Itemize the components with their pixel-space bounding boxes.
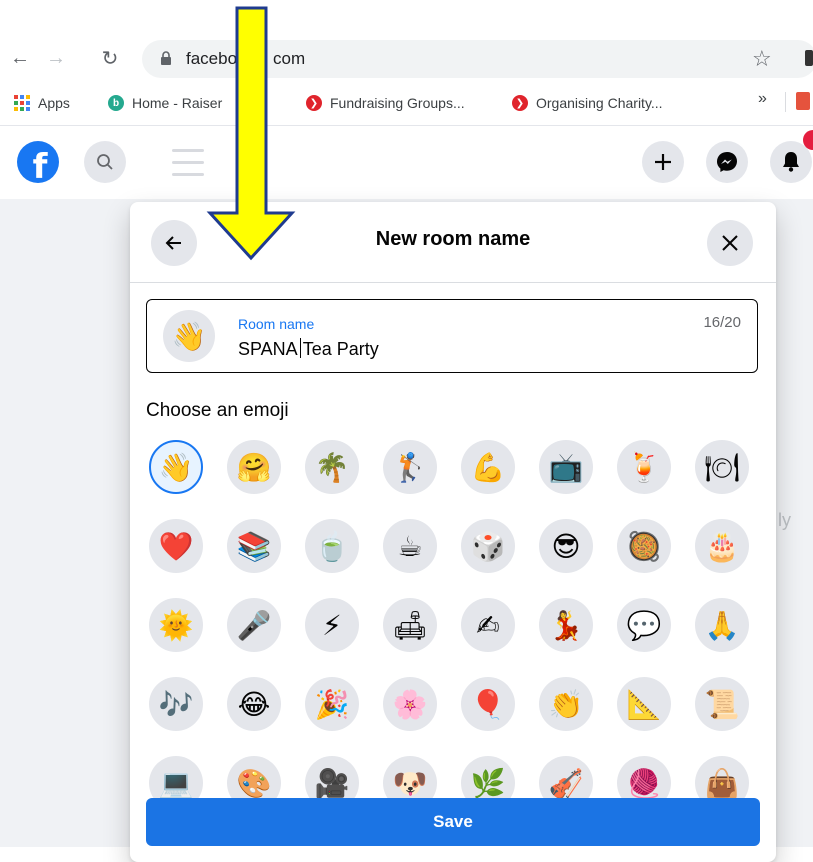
browser-chrome: ← → ↻ facebo com ☆ Apps b Home - Raiser ❯… xyxy=(0,0,813,125)
emoji-option[interactable]: 🙏 xyxy=(695,598,749,652)
emoji-option[interactable]: 🎤 xyxy=(227,598,281,652)
emoji-option[interactable]: 🏌 xyxy=(383,440,437,494)
emoji-option[interactable]: 🥘 xyxy=(617,519,671,573)
close-button[interactable] xyxy=(707,220,753,266)
text-caret xyxy=(299,338,301,358)
choose-emoji-heading: Choose an emoji xyxy=(146,400,289,421)
emoji-option[interactable]: 🛋 xyxy=(383,598,437,652)
bookmark-star-icon[interactable]: ☆ xyxy=(752,46,772,72)
room-name-label: Room name xyxy=(238,316,315,332)
url-text: facebo com xyxy=(186,49,306,68)
emoji-option[interactable]: 🎲 xyxy=(461,519,515,573)
emoji-option[interactable]: 👏 xyxy=(539,677,593,731)
bookmark-label: Fundraising Groups... xyxy=(330,95,465,111)
emoji-option[interactable]: 🍽 xyxy=(695,440,749,494)
lock-icon xyxy=(161,51,171,65)
emoji-option[interactable]: 👋 xyxy=(149,440,203,494)
red-chevron-icon: ❯ xyxy=(512,95,528,111)
dialog-title: New room name xyxy=(375,228,531,250)
emoji-option[interactable]: 🌴 xyxy=(305,440,359,494)
bookmarks-divider xyxy=(785,92,786,112)
emoji-option[interactable]: ✍ xyxy=(461,598,515,652)
emoji-option[interactable]: ❤️ xyxy=(149,519,203,573)
menu-hamburger-icon[interactable] xyxy=(172,149,204,185)
bookmark-label: Home - Raiser xyxy=(132,95,223,111)
emoji-option[interactable]: 🎈 xyxy=(461,677,515,731)
emoji-option[interactable]: 💬 xyxy=(617,598,671,652)
emoji-option[interactable]: 🎶 xyxy=(149,677,203,731)
bookmark-organising-charity[interactable]: ❯ Organising Charity... xyxy=(512,92,663,114)
bookmark-apps[interactable]: Apps xyxy=(14,92,70,114)
messenger-icon xyxy=(717,152,737,172)
close-icon xyxy=(722,235,738,251)
forward-arrow-icon[interactable]: → xyxy=(42,44,70,72)
search-button[interactable] xyxy=(84,141,126,183)
bookmark-home-raiser[interactable]: b Home - Raiser xyxy=(108,92,222,114)
b-icon: b xyxy=(108,95,124,111)
bookmark-label: Organising Charity... xyxy=(536,95,663,111)
reload-icon[interactable]: ↻ xyxy=(96,44,124,72)
emoji-option[interactable]: 😂 xyxy=(227,677,281,731)
bookmark-label: Apps xyxy=(38,95,70,111)
messenger-button[interactable] xyxy=(706,141,748,183)
bookmark-fundraising-groups[interactable]: ❯ Fundraising Groups... xyxy=(306,92,465,114)
save-button[interactable]: Save xyxy=(146,798,760,846)
background-text-fragment: ly xyxy=(778,510,791,530)
emoji-option[interactable]: 🤗 xyxy=(227,440,281,494)
reading-list-icon[interactable] xyxy=(796,92,810,110)
facebook-header: f xyxy=(0,125,813,200)
character-counter: 16/20 xyxy=(703,314,741,331)
selected-emoji-icon[interactable]: 👋 xyxy=(163,310,215,362)
bookmarks-bar: Apps b Home - Raiser ❯ Fundraising Group… xyxy=(0,86,813,120)
room-name-input[interactable]: SPANA Tea Party xyxy=(238,338,379,360)
new-room-name-dialog: New room name 👋 Room name SPANA Tea Party… xyxy=(130,202,776,862)
emoji-option[interactable]: 🎉 xyxy=(305,677,359,731)
red-chevron-icon: ❯ xyxy=(306,95,322,111)
emoji-option[interactable]: 📚 xyxy=(227,519,281,573)
emoji-option[interactable]: 🌞 xyxy=(149,598,203,652)
emoji-option[interactable]: 💃 xyxy=(539,598,593,652)
emoji-option[interactable]: ⚡ xyxy=(305,598,359,652)
emoji-option[interactable]: 📜 xyxy=(695,677,749,731)
emoji-option[interactable]: 🍹 xyxy=(617,440,671,494)
extension-icon[interactable] xyxy=(805,50,813,66)
bookmarks-more-button[interactable]: » xyxy=(758,90,767,108)
emoji-option[interactable]: 💪 xyxy=(461,440,515,494)
emoji-option[interactable]: 😎 xyxy=(539,519,593,573)
dialog-divider xyxy=(130,282,776,283)
facebook-logo-icon[interactable]: f xyxy=(17,141,59,183)
emoji-option[interactable]: 🍵 xyxy=(305,519,359,573)
emoji-option[interactable]: 🎂 xyxy=(695,519,749,573)
emoji-option[interactable]: 📐 xyxy=(617,677,671,731)
room-name-field[interactable]: 👋 Room name SPANA Tea Party 16/20 xyxy=(146,299,758,373)
create-button[interactable] xyxy=(642,141,684,183)
emoji-option[interactable]: 🌸 xyxy=(383,677,437,731)
emoji-option[interactable]: 📺 xyxy=(539,440,593,494)
bell-icon xyxy=(783,152,799,172)
search-icon xyxy=(97,154,113,170)
apps-grid-icon xyxy=(14,95,30,111)
plus-icon xyxy=(655,154,671,170)
emoji-option[interactable]: ☕ xyxy=(383,519,437,573)
address-bar[interactable]: facebo com ☆ xyxy=(142,40,813,78)
back-arrow-icon[interactable]: ← xyxy=(6,44,34,72)
